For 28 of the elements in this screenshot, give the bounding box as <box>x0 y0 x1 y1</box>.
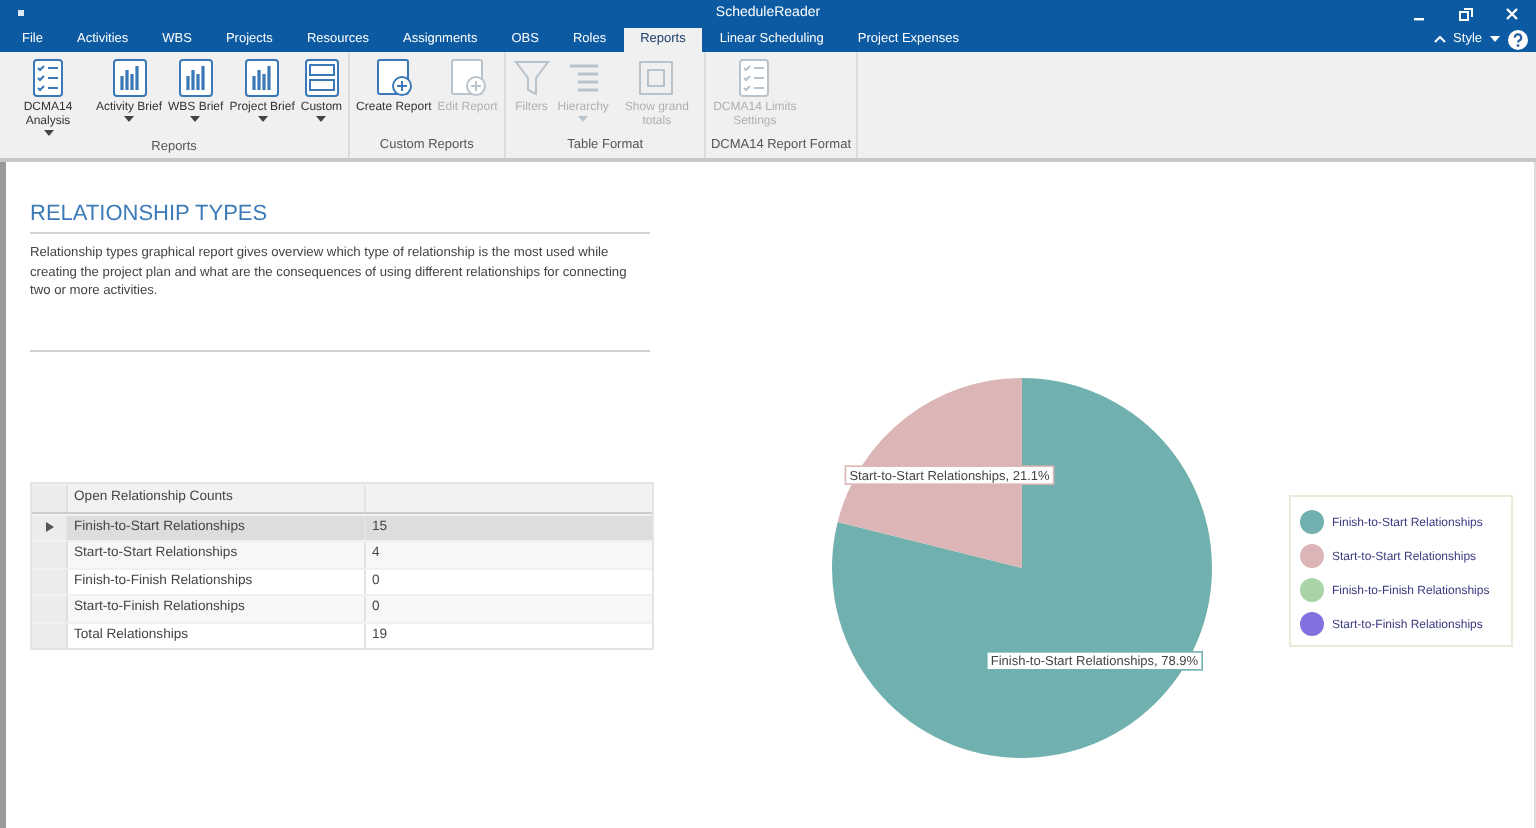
caret-icon <box>43 130 53 138</box>
report-title: RELATIONSHIP TYPES <box>30 202 650 234</box>
help-icon[interactable] <box>1508 29 1528 49</box>
caret-icon <box>257 116 268 124</box>
legend-swatch <box>1300 510 1324 534</box>
checklist-icon <box>28 58 68 98</box>
caret-icon <box>190 116 201 124</box>
row-header[interactable] <box>32 515 68 540</box>
restore-icon[interactable] <box>1458 5 1474 21</box>
filter-icon <box>511 58 552 98</box>
add-document-icon <box>447 58 488 98</box>
collapse-ribbon-icon[interactable] <box>1433 34 1446 44</box>
legend-swatch <box>1300 544 1324 568</box>
add-document-icon <box>373 58 414 98</box>
caret-icon[interactable] <box>1490 35 1500 43</box>
checklist-icon <box>734 58 775 98</box>
close-icon[interactable] <box>1504 5 1520 21</box>
bar-chart-icon <box>242 58 283 98</box>
caret-icon <box>124 116 134 124</box>
caret-icon <box>578 116 589 124</box>
panels-icon <box>301 58 342 98</box>
caret-icon <box>316 116 327 124</box>
legend-swatch <box>1300 612 1324 636</box>
frame-icon <box>636 58 677 98</box>
bar-chart-icon <box>109 58 149 98</box>
row-indicator-icon <box>45 522 53 533</box>
legend-swatch <box>1300 578 1324 602</box>
bar-chart-icon <box>175 58 216 98</box>
